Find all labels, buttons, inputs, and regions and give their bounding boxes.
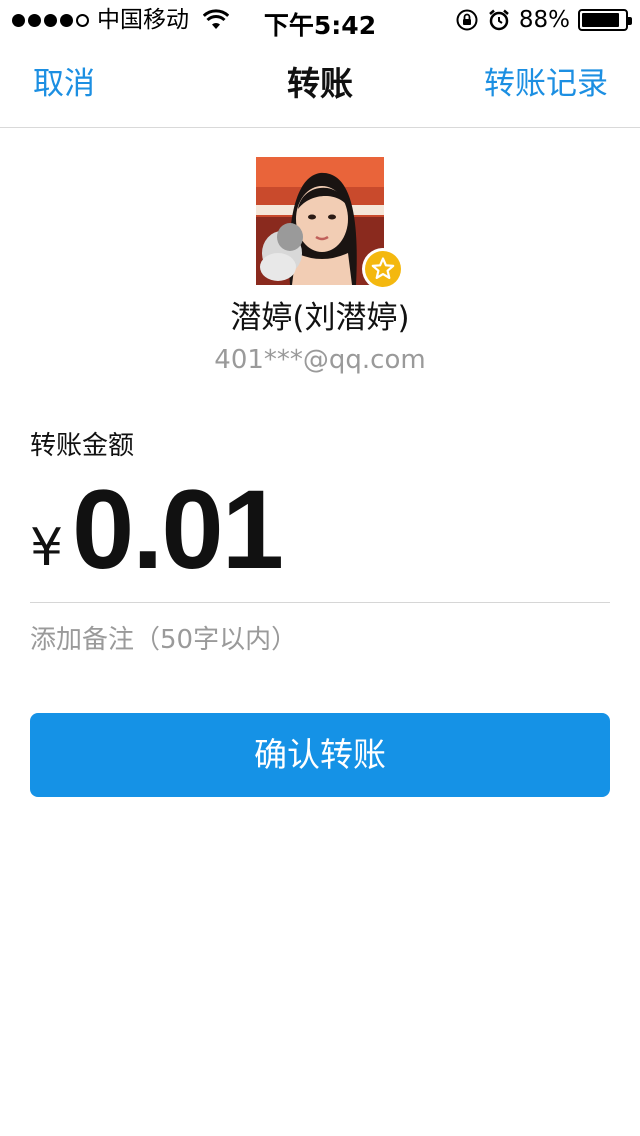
status-bar: 中国移动 下午5:42 88%	[0, 0, 640, 40]
verified-badge	[362, 248, 404, 290]
amount-input[interactable]: 0.01	[72, 470, 284, 590]
battery-percent: 88%	[518, 7, 570, 33]
recipient-name: 潜婷(刘潜婷)	[230, 300, 410, 336]
rotation-lock-icon	[456, 9, 478, 31]
note-input[interactable]: 添加备注（50字以内）	[30, 620, 297, 660]
status-right: 88%	[455, 7, 632, 33]
navigation-bar: 取消 转账 转账记录	[0, 40, 640, 128]
battery-icon	[578, 9, 632, 31]
currency-symbol: ¥	[30, 518, 64, 578]
star-icon	[371, 257, 395, 279]
amount-label: 转账金额	[30, 431, 135, 461]
alarm-icon	[489, 9, 509, 31]
divider	[30, 602, 610, 603]
confirm-transfer-button[interactable]: 确认转账	[30, 713, 610, 797]
recipient-account: 401***@qq.com	[214, 345, 426, 375]
battery-level-fill	[582, 13, 619, 27]
transfer-records-button[interactable]: 转账记录	[484, 62, 608, 106]
